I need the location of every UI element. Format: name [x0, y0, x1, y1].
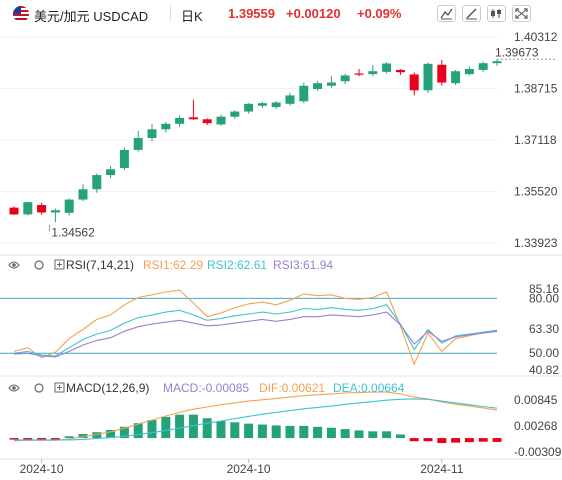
candle-body[interactable]: [244, 103, 254, 112]
price-axis-label: 1.33923: [514, 236, 558, 250]
rsi-line-rsi3: [13, 311, 498, 358]
macd-histogram-bar: [257, 424, 267, 439]
candle-body[interactable]: [382, 63, 392, 72]
macd-histogram-bar: [368, 431, 378, 439]
gear-icon[interactable]: [34, 383, 44, 393]
macd-histogram-bar: [451, 438, 461, 443]
macd-histogram-bar: [202, 418, 212, 439]
macd-histogram-bar: [230, 422, 240, 439]
macd-histogram-bar: [216, 420, 226, 439]
macd-histogram-bar: [382, 431, 392, 439]
rsi-axis-label: 40.82: [529, 363, 559, 377]
macd-title: MACD(12,26,9): [66, 381, 149, 395]
rsi-axis-label: 80.00: [529, 291, 559, 305]
candle-body[interactable]: [78, 189, 88, 200]
dif-label: DIF:0.00621: [259, 381, 325, 395]
macd-histogram-bar: [285, 425, 295, 439]
macd-histogram-bar: [492, 438, 502, 442]
candle-body[interactable]: [161, 123, 171, 130]
dea-label: DEA:0.00664: [333, 381, 405, 395]
candle-body[interactable]: [340, 75, 350, 82]
macd-histogram-bar: [271, 425, 281, 439]
low-annotation: 1.34562: [51, 225, 95, 239]
candle-body[interactable]: [271, 102, 281, 108]
macd-histogram-bar: [326, 427, 336, 439]
macd-histogram-bar: [340, 429, 350, 439]
candle-body[interactable]: [313, 83, 323, 89]
candle-body[interactable]: [257, 103, 267, 106]
candle-body[interactable]: [451, 71, 461, 84]
candle-body[interactable]: [23, 202, 33, 215]
candle-body[interactable]: [37, 205, 47, 213]
price-axis-label: 1.40312: [514, 30, 558, 44]
rsi2-label: RSI2:62.61: [207, 258, 267, 272]
gear-icon[interactable]: [34, 260, 44, 270]
price-axis-label: 1.35520: [514, 185, 558, 199]
macd-histogram-bar: [244, 423, 254, 439]
macd-histogram-bar: [161, 416, 171, 439]
rsi-line-rsi2: [13, 304, 498, 357]
candle-body[interactable]: [492, 61, 502, 64]
candle-body[interactable]: [299, 85, 309, 102]
candle-body[interactable]: [202, 119, 212, 124]
candle-body[interactable]: [230, 111, 240, 117]
high-annotation: 1.39673: [495, 45, 539, 59]
candle-body[interactable]: [368, 71, 378, 75]
candle-body[interactable]: [50, 210, 60, 213]
candle-body[interactable]: [188, 117, 198, 120]
eye-pupil-icon: [12, 386, 16, 390]
x-axis-label: 2024-10: [227, 462, 271, 476]
macd-histogram-bar: [437, 438, 447, 444]
macd-histogram-bar: [175, 414, 185, 439]
candle-body[interactable]: [409, 74, 419, 91]
candle-body[interactable]: [133, 137, 143, 150]
chart-canvas[interactable]: 1.40312 1.38715 1.37118 1.35520 1.33923 1.396…: [0, 0, 562, 480]
macd-axis-label: 0.00845: [514, 393, 558, 407]
candle-body[interactable]: [423, 63, 433, 91]
candle-body[interactable]: [354, 73, 364, 75]
macd-histogram-bar: [478, 438, 488, 442]
price-axis-label: 1.38715: [514, 81, 558, 95]
candle-body[interactable]: [9, 207, 19, 215]
candle-body[interactable]: [326, 82, 336, 86]
candle-body[interactable]: [437, 64, 447, 83]
macd-value-label: MACD:-0.00085: [163, 381, 249, 395]
candle-body[interactable]: [64, 199, 74, 213]
macd-axis-label: 0.00268: [514, 419, 558, 433]
candle-body[interactable]: [119, 149, 129, 168]
candle-body[interactable]: [216, 116, 226, 125]
rsi1-label: RSI1:62.29: [143, 258, 203, 272]
x-axis-label: 2024-11: [420, 462, 463, 476]
rsi3-label: RSI3:61.94: [273, 258, 333, 272]
candle-body[interactable]: [285, 95, 295, 104]
macd-axis-label: -0.00309: [514, 445, 562, 459]
macd-histogram-bar: [299, 425, 309, 439]
macd-dea-line: [14, 398, 498, 441]
candle-body[interactable]: [92, 175, 102, 190]
macd-histogram-bar: [354, 430, 364, 439]
macd-histogram-bar: [409, 438, 419, 442]
candle-body[interactable]: [395, 69, 405, 73]
macd-histogram-bar: [313, 426, 323, 439]
x-axis-label: 2024-10: [20, 462, 64, 476]
eye-pupil-icon: [12, 263, 16, 267]
candle-body[interactable]: [478, 63, 488, 70]
macd-histogram-bar: [395, 434, 405, 439]
price-axis-label: 1.37118: [514, 133, 557, 147]
macd-histogram-bar: [64, 436, 74, 439]
candle-body[interactable]: [464, 68, 474, 75]
macd-histogram-bar: [423, 438, 433, 442]
candle-body[interactable]: [175, 117, 185, 124]
rsi-title: RSI(7,14,21): [66, 258, 134, 272]
macd-histogram-bar: [147, 420, 157, 439]
candle-body[interactable]: [106, 169, 116, 176]
candle-body[interactable]: [147, 129, 157, 138]
rsi-axis-label: 50.00: [529, 346, 559, 360]
macd-histogram-bar: [464, 438, 474, 443]
rsi-axis-label: 63.30: [529, 322, 559, 336]
